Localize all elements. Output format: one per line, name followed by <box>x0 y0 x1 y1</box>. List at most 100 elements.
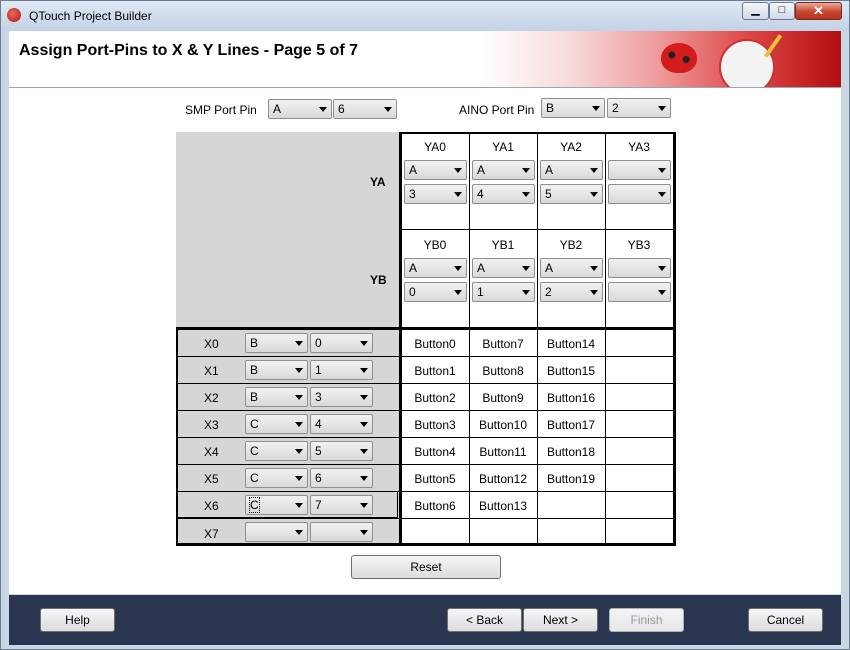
x0-port-select[interactable]: B <box>245 333 308 353</box>
x6-pin-value: 7 <box>315 498 322 512</box>
x7-pin-select[interactable] <box>310 522 373 542</box>
button-cell[interactable]: Button5 <box>401 472 469 486</box>
help-button[interactable]: Help <box>40 608 115 632</box>
yb1-pin-select[interactable]: 1 <box>472 282 535 302</box>
yb0-pin-select[interactable]: 0 <box>404 282 467 302</box>
finish-button[interactable]: Finish <box>609 608 684 632</box>
x0-pin-select[interactable]: 0 <box>310 333 373 353</box>
x2-port-select[interactable]: B <box>245 387 308 407</box>
yb3-port-select[interactable] <box>608 258 671 278</box>
next-button[interactable]: Next > <box>523 608 598 632</box>
yb1-port-select[interactable]: A <box>472 258 535 278</box>
close-button[interactable]: ✕ <box>795 2 842 20</box>
ya1-pin-select[interactable]: 4 <box>472 184 535 204</box>
button-cell[interactable]: Button12 <box>469 472 537 486</box>
button-cell[interactable]: Button18 <box>537 445 605 459</box>
x3-port-select[interactable]: C <box>245 414 308 434</box>
ya3-pin-select[interactable] <box>608 184 671 204</box>
ya2-port-select[interactable]: A <box>540 160 603 180</box>
button-cell[interactable]: Button6 <box>401 499 469 513</box>
chevron-down-icon <box>454 290 462 295</box>
chevron-down-icon <box>658 192 666 197</box>
button-cell[interactable]: Button3 <box>401 418 469 432</box>
x5-pin-select[interactable]: 6 <box>310 468 373 488</box>
smp-pin-value: 6 <box>338 102 345 116</box>
x4-pin-select[interactable]: 5 <box>310 441 373 461</box>
x4-port-value: C <box>250 444 259 458</box>
grid-border <box>673 132 676 546</box>
chevron-down-icon <box>360 368 368 373</box>
back-button[interactable]: < Back <box>447 608 522 632</box>
x2-pin-select[interactable]: 3 <box>310 387 373 407</box>
grid-line <box>176 518 676 519</box>
ya3-port-select[interactable] <box>608 160 671 180</box>
ya1-port-select[interactable]: A <box>472 160 535 180</box>
chevron-down-icon <box>360 341 368 346</box>
yb2-pin-select[interactable]: 2 <box>540 282 603 302</box>
chevron-down-icon <box>360 449 368 454</box>
x6-port-value: C <box>249 497 260 513</box>
chevron-down-icon <box>522 266 530 271</box>
x3-pin-value: 4 <box>315 417 322 431</box>
x1-port-select[interactable]: B <box>245 360 308 380</box>
button-cell[interactable]: Button14 <box>537 337 605 351</box>
chevron-down-icon <box>454 168 462 173</box>
chevron-down-icon <box>384 107 392 112</box>
yb3-pin-select[interactable] <box>608 282 671 302</box>
grid-line <box>176 437 676 438</box>
button-cell[interactable]: Button15 <box>537 364 605 378</box>
chevron-down-icon <box>360 395 368 400</box>
x6-port-select[interactable]: C <box>245 495 308 515</box>
button-cell[interactable]: Button2 <box>401 391 469 405</box>
chevron-down-icon <box>360 503 368 508</box>
ya0-pin-select[interactable]: 3 <box>404 184 467 204</box>
chevron-down-icon <box>295 395 303 400</box>
button-cell[interactable]: Button8 <box>469 364 537 378</box>
ya-column-header: YA1 <box>492 140 514 154</box>
smp-port-select[interactable]: A <box>268 99 332 119</box>
x0-pin-value: 0 <box>315 336 322 350</box>
button-cell[interactable]: Button0 <box>401 337 469 351</box>
button-cell[interactable]: Button17 <box>537 418 605 432</box>
grid-line <box>537 132 538 546</box>
button-cell[interactable]: Button9 <box>469 391 537 405</box>
header-banner-image <box>481 31 841 87</box>
x3-pin-select[interactable]: 4 <box>310 414 373 434</box>
ya0-port-select[interactable]: A <box>404 160 467 180</box>
button-cell[interactable]: Button19 <box>537 472 605 486</box>
yb0-port-select[interactable]: A <box>404 258 467 278</box>
button-cell[interactable]: Button13 <box>469 499 537 513</box>
x1-pin-select[interactable]: 1 <box>310 360 373 380</box>
x2-pin-value: 3 <box>315 390 322 404</box>
grid-line <box>605 132 606 546</box>
aino-port-select[interactable]: B <box>541 98 605 118</box>
button-cell[interactable]: Button4 <box>401 445 469 459</box>
x4-pin-value: 5 <box>315 444 322 458</box>
button-cell[interactable]: Button1 <box>401 364 469 378</box>
yb1-pin-value: 1 <box>477 285 484 299</box>
button-cell[interactable]: Button7 <box>469 337 537 351</box>
page-title: Assign Port-Pins to X & Y Lines - Page 5… <box>19 42 359 59</box>
aino-pin-select[interactable]: 2 <box>607 98 671 118</box>
chevron-down-icon <box>658 290 666 295</box>
smp-pin-select[interactable]: 6 <box>333 99 397 119</box>
maximize-button[interactable]: □ <box>769 2 795 20</box>
minimize-button[interactable]: ▁ <box>742 2 769 20</box>
chevron-down-icon <box>522 192 530 197</box>
x7-port-select[interactable] <box>245 522 308 542</box>
app-window: QTouch Project Builder ▁ □ ✕ Assign Port… <box>0 0 850 650</box>
button-cell[interactable]: Button16 <box>537 391 605 405</box>
reset-button[interactable]: Reset <box>351 555 501 579</box>
button-cell[interactable]: Button11 <box>469 445 537 459</box>
x5-port-select[interactable]: C <box>245 468 308 488</box>
button-cell[interactable]: Button10 <box>469 418 537 432</box>
chevron-down-icon <box>454 192 462 197</box>
ya2-pin-select[interactable]: 5 <box>540 184 603 204</box>
yb0-port-value: A <box>409 261 418 275</box>
ya-column-header: YA3 <box>628 140 650 154</box>
x4-port-select[interactable]: C <box>245 441 308 461</box>
x5-port-value: C <box>250 471 259 485</box>
x6-pin-select[interactable]: 7 <box>310 495 373 515</box>
yb2-port-select[interactable]: A <box>540 258 603 278</box>
cancel-button[interactable]: Cancel <box>748 608 823 632</box>
